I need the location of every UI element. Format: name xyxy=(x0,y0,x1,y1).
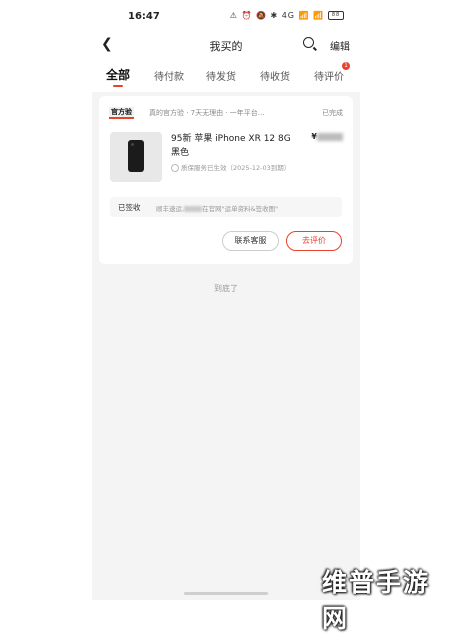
tab-review-badge: 1 xyxy=(342,62,350,70)
shop-logo: 官方验 xyxy=(109,107,134,119)
warranty-text: 质保服务已生效（2025-12-03到期） xyxy=(181,164,291,172)
iphone-icon xyxy=(128,140,144,172)
order-tabs: 全部 待付款 待发货 待收货 待评价 1 xyxy=(92,58,360,92)
logistics-status: 已签收 xyxy=(118,203,141,212)
logistics-message: 顺丰速运, 在官网"运单资料&签收图" xyxy=(156,203,278,213)
status-time: 16:47 xyxy=(128,11,160,22)
nav-bar: ❮ 我买的 编辑 xyxy=(92,34,360,58)
tab-pending-review[interactable]: 待评价 xyxy=(314,68,344,83)
review-button[interactable]: 去评价 xyxy=(286,231,342,251)
product-price: ¥ xyxy=(311,132,343,141)
phone-screen: 16:47 ⚠ ⏰ 🔕 ✱ 4G 📶 📶 88 ❮ 我买的 编辑 全部 待付款 … xyxy=(92,0,360,600)
price-blurred xyxy=(317,132,343,141)
order-card[interactable]: 官方验 真的官方验 · 7天无理由 · 一年平台... 已完成 95新 苹果 i… xyxy=(99,96,353,264)
shield-icon xyxy=(171,164,179,172)
product-name[interactable]: 95新 苹果 iPhone XR 12 8G 黑色 xyxy=(171,132,301,160)
battery-icon: 88 xyxy=(328,11,344,20)
status-icons: ⚠ ⏰ 🔕 ✱ 4G 📶 📶 88 xyxy=(230,11,344,20)
status-icons-text: ⚠ ⏰ 🔕 ✱ 4G 📶 📶 xyxy=(229,11,324,20)
site-watermark: 维普手游网 xyxy=(322,568,431,633)
logistics-prefix: 顺丰速运, xyxy=(156,205,185,213)
search-icon[interactable] xyxy=(303,37,314,48)
tab-pending-shipment[interactable]: 待发货 xyxy=(206,68,236,83)
tab-pending-receipt[interactable]: 待收货 xyxy=(260,68,290,83)
status-bar: 16:47 ⚠ ⏰ 🔕 ✱ 4G 📶 📶 88 xyxy=(92,0,360,34)
contact-service-button[interactable]: 联系客服 xyxy=(222,231,279,251)
home-indicator[interactable] xyxy=(184,592,268,595)
product-image[interactable] xyxy=(110,132,162,182)
warranty-info: 质保服务已生效（2025-12-03到期） xyxy=(171,162,290,172)
tab-all[interactable]: 全部 xyxy=(106,66,130,83)
active-tab-indicator xyxy=(113,85,123,87)
shop-slogan: 真的官方验 · 7天无理由 · 一年平台... xyxy=(149,109,265,117)
tab-pending-payment[interactable]: 待付款 xyxy=(154,68,184,83)
logistics-blurred xyxy=(184,206,203,212)
logistics-bar[interactable]: 已签收 顺丰速运, 在官网"运单资料&签收图" xyxy=(110,197,342,217)
end-of-list: 到底了 xyxy=(214,284,238,293)
page-title: 我买的 xyxy=(209,40,243,53)
edit-button[interactable]: 编辑 xyxy=(330,38,350,53)
order-status: 已完成 xyxy=(322,109,343,117)
logistics-suffix: 在官网"运单资料&签收图" xyxy=(202,205,279,213)
